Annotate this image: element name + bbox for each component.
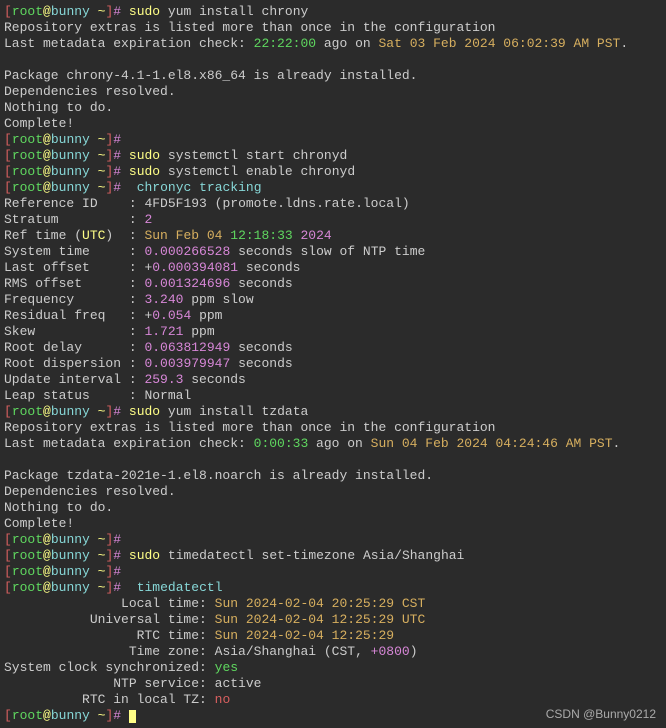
terminal-line: [root@bunny ~]# sudo yum install tzdata — [4, 404, 662, 420]
terminal-line: Nothing to do. — [4, 500, 662, 516]
terminal-line: Nothing to do. — [4, 100, 662, 116]
terminal-line: [root@bunny ~]# timedatectl — [4, 580, 662, 596]
terminal-line: Frequency : 3.240 ppm slow — [4, 292, 662, 308]
terminal-output: [root@bunny ~]# sudo yum install chronyR… — [4, 4, 662, 724]
terminal-line: [root@bunny ~]# — [4, 532, 662, 548]
terminal-line: [root@bunny ~]# sudo systemctl enable ch… — [4, 164, 662, 180]
terminal-line: System clock synchronized: yes — [4, 660, 662, 676]
terminal-line: RMS offset : 0.001324696 seconds — [4, 276, 662, 292]
terminal-line: Repository extras is listed more than on… — [4, 20, 662, 36]
terminal-line: [root@bunny ~]# chronyc tracking — [4, 180, 662, 196]
terminal-line: Residual freq : +0.054 ppm — [4, 308, 662, 324]
terminal-line: Last offset : +0.000394081 seconds — [4, 260, 662, 276]
terminal-line: System time : 0.000266528 seconds slow o… — [4, 244, 662, 260]
terminal-line: Time zone: Asia/Shanghai (CST, +0800) — [4, 644, 662, 660]
terminal-line: Update interval : 259.3 seconds — [4, 372, 662, 388]
cursor[interactable] — [129, 710, 136, 723]
terminal-line: Dependencies resolved. — [4, 84, 662, 100]
terminal-line: Reference ID : 4FD5F193 (promote.ldns.ra… — [4, 196, 662, 212]
terminal-line — [4, 52, 662, 68]
terminal-line — [4, 452, 662, 468]
terminal-line: Local time: Sun 2024-02-04 20:25:29 CST — [4, 596, 662, 612]
terminal-line: Repository extras is listed more than on… — [4, 420, 662, 436]
terminal-line: [root@bunny ~]# sudo timedatectl set-tim… — [4, 548, 662, 564]
terminal-line: Last metadata expiration check: 0:00:33 … — [4, 436, 662, 452]
terminal-line: [root@bunny ~]# sudo yum install chrony — [4, 4, 662, 20]
terminal-line: Root delay : 0.063812949 seconds — [4, 340, 662, 356]
terminal-line: [root@bunny ~]# sudo systemctl start chr… — [4, 148, 662, 164]
terminal-line: Last metadata expiration check: 22:22:00… — [4, 36, 662, 52]
terminal-line: Skew : 1.721 ppm — [4, 324, 662, 340]
terminal-line: [root@bunny ~]# — [4, 132, 662, 148]
terminal-line: Complete! — [4, 516, 662, 532]
terminal-line: Root dispersion : 0.003979947 seconds — [4, 356, 662, 372]
terminal-line: Package tzdata-2021e-1.el8.noarch is alr… — [4, 468, 662, 484]
terminal-line: Universal time: Sun 2024-02-04 12:25:29 … — [4, 612, 662, 628]
terminal-line: Leap status : Normal — [4, 388, 662, 404]
terminal-line: Package chrony-4.1-1.el8.x86_64 is alrea… — [4, 68, 662, 84]
terminal-line: RTC time: Sun 2024-02-04 12:25:29 — [4, 628, 662, 644]
terminal-line: [root@bunny ~]# — [4, 564, 662, 580]
watermark: CSDN @Bunny0212 — [546, 706, 656, 722]
terminal-line: Dependencies resolved. — [4, 484, 662, 500]
terminal-line: NTP service: active — [4, 676, 662, 692]
terminal-line: Stratum : 2 — [4, 212, 662, 228]
terminal-line: Complete! — [4, 116, 662, 132]
terminal-line: Ref time (UTC) : Sun Feb 04 12:18:33 202… — [4, 228, 662, 244]
